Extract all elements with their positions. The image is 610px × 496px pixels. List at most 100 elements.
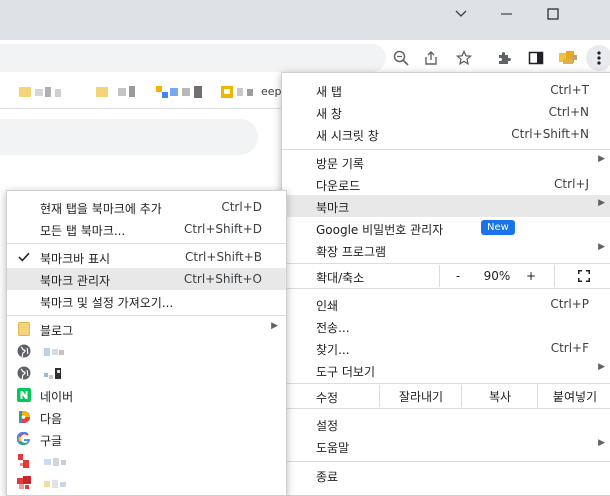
menu-item-label: 북마크 — [316, 201, 350, 215]
menu-item-downloads[interactable]: 다운로드 Ctrl+J — [282, 173, 610, 195]
submenu-item-add-all-tabs[interactable]: 모든 탭 북마크... Ctrl+Shift+D — [7, 218, 286, 240]
bookmark-item-naver[interactable]: 네이버 — [7, 384, 286, 406]
bookmark-bar-item[interactable] — [221, 86, 255, 98]
menu-item-label: 방문 기록 — [316, 157, 364, 171]
menu-item-shortcut: Ctrl+D — [221, 200, 262, 214]
submenu-item-add-tab[interactable]: 현재 탭을 북마크에 추가 Ctrl+D — [7, 196, 286, 218]
menu-item-incognito[interactable]: 새 시크릿 창 Ctrl+Shift+N — [282, 123, 610, 145]
menu-item-label: 북마크 및 설정 가져오기... — [40, 296, 174, 310]
fullscreen-button[interactable] — [554, 265, 610, 287]
submenu-item-show-bookmarks-bar[interactable]: 북마크바 표시 Ctrl+Shift+B — [7, 246, 286, 268]
chevron-down-icon — [455, 10, 467, 17]
submenu-item-bookmark-manager[interactable]: 북마크 관리자 Ctrl+Shift+O — [7, 268, 286, 290]
menu-item-help[interactable]: 도움말 ▶ — [282, 435, 610, 457]
zoom-level: 90% — [475, 265, 519, 287]
blurred-label — [44, 368, 66, 379]
globe-icon — [16, 343, 32, 359]
zoom-icon[interactable] — [389, 46, 413, 70]
menu-item-shortcut: Ctrl+Shift+B — [185, 250, 262, 264]
menu-item-label: 블로그 — [40, 324, 74, 338]
profile-icon[interactable] — [556, 46, 580, 70]
menu-item-cast[interactable]: 전송... — [282, 315, 610, 337]
bookmark-item-google[interactable]: 구글 — [7, 428, 286, 450]
menu-divider — [282, 288, 610, 289]
menu-divider — [282, 408, 610, 409]
menu-divider — [282, 149, 610, 150]
maximize-button[interactable] — [530, 0, 576, 28]
bookmarks-submenu: 현재 탭을 북마크에 추가 Ctrl+D 모든 탭 북마크... Ctrl+Sh… — [6, 190, 287, 496]
menu-item-label: 모든 탭 북마크... — [40, 224, 126, 238]
menu-item-label: 전송... — [316, 321, 350, 335]
menu-item-shortcut: Ctrl+P — [550, 297, 589, 311]
menu-item-print[interactable]: 인쇄 Ctrl+P — [282, 293, 610, 315]
menu-item-shortcut: Ctrl+Shift+N — [511, 127, 589, 141]
bookmark-bar-item-label[interactable]: eep — [261, 85, 282, 98]
new-badge: New — [481, 220, 515, 235]
daum-icon — [16, 409, 32, 425]
blurred-label — [44, 346, 66, 356]
menu-item-shortcut: Ctrl+N — [548, 105, 589, 119]
folder-icon — [16, 321, 32, 337]
checkmark-icon — [16, 249, 32, 265]
bookmark-item[interactable] — [7, 450, 286, 472]
menu-item-label: 도움말 — [316, 441, 350, 455]
menu-item-settings[interactable]: 설정 — [282, 413, 610, 435]
submenu-arrow-icon: ▶ — [598, 242, 605, 252]
more-icon — [597, 51, 601, 65]
menu-divider — [7, 315, 286, 316]
star-icon[interactable] — [452, 46, 476, 70]
menu-item-bookmarks[interactable]: 북마크 ▶ — [282, 195, 610, 217]
share-icon[interactable] — [419, 46, 443, 70]
bookmark-item[interactable] — [7, 472, 286, 494]
menu-item-label: 새 탭 — [316, 85, 342, 99]
menu-divider — [282, 461, 610, 462]
more-menu-button[interactable] — [586, 45, 610, 71]
menu-item-label: 확장 프로그램 — [316, 245, 387, 259]
site-red-icon — [16, 475, 32, 491]
paste-button[interactable]: 붙여넣기 — [537, 385, 610, 407]
address-bar[interactable] — [0, 44, 386, 72]
submenu-item-import[interactable]: 북마크 및 설정 가져오기... — [7, 290, 286, 312]
menu-item-history[interactable]: 방문 기록 ▶ — [282, 151, 610, 173]
globe-icon — [16, 365, 32, 381]
blurred-label — [44, 478, 68, 488]
extensions-icon[interactable] — [492, 46, 516, 70]
menu-item-exit[interactable]: 종료 — [282, 464, 610, 486]
zoom-out-button[interactable]: - — [439, 265, 476, 287]
menu-item-password-manager[interactable]: Google 비밀번호 관리자 New — [282, 217, 610, 239]
bookmark-bar-item[interactable] — [96, 86, 146, 98]
bookmark-bar-item[interactable] — [156, 86, 206, 98]
menu-item-new-tab[interactable]: 새 탭 Ctrl+T — [282, 79, 610, 101]
minimize-button[interactable] — [484, 0, 530, 28]
menu-item-find[interactable]: 찾기... Ctrl+F — [282, 337, 610, 359]
site-red-icon — [16, 453, 32, 469]
zoom-label: 확대/축소 — [316, 271, 365, 285]
menu-item-shortcut: Ctrl+Shift+D — [184, 222, 262, 236]
bookmark-item[interactable] — [7, 340, 286, 362]
menu-item-extensions[interactable]: 확장 프로그램 ▶ — [282, 239, 610, 261]
tab-search-button[interactable] — [438, 0, 484, 28]
blurred-label — [44, 456, 68, 466]
menu-item-shortcut: Ctrl+T — [550, 83, 589, 97]
menu-item-more-tools[interactable]: 도구 더보기 ▶ — [282, 359, 610, 381]
zoom-value: 90% — [483, 269, 511, 283]
menu-item-shortcut: Ctrl+J — [554, 177, 589, 191]
copy-button[interactable]: 복사 — [461, 385, 538, 407]
menu-item-new-window[interactable]: 새 창 Ctrl+N — [282, 101, 610, 123]
page-search-box[interactable] — [0, 119, 258, 155]
menu-item-label: 다운로드 — [316, 179, 361, 193]
side-panel-icon[interactable] — [524, 46, 548, 70]
menu-zoom-row: 확대/축소 - 90% + — [282, 264, 610, 288]
bookmark-folder-blog[interactable]: 블로그 ▶ — [7, 318, 286, 340]
zoom-in-button[interactable]: + — [519, 265, 543, 287]
fullscreen-icon — [577, 270, 590, 282]
bookmark-bar-item[interactable] — [19, 86, 65, 98]
title-bar — [0, 0, 610, 40]
bookmark-item[interactable] — [7, 362, 286, 384]
menu-item-label: 네이버 — [40, 390, 74, 404]
bookmark-item-daum[interactable]: 다음 — [7, 406, 286, 428]
cut-button[interactable]: 잘라내기 — [379, 385, 462, 407]
menu-item-label: 구글 — [40, 434, 63, 448]
menu-item-label: 설정 — [316, 419, 339, 433]
menu-item-label: 찾기... — [316, 343, 350, 357]
